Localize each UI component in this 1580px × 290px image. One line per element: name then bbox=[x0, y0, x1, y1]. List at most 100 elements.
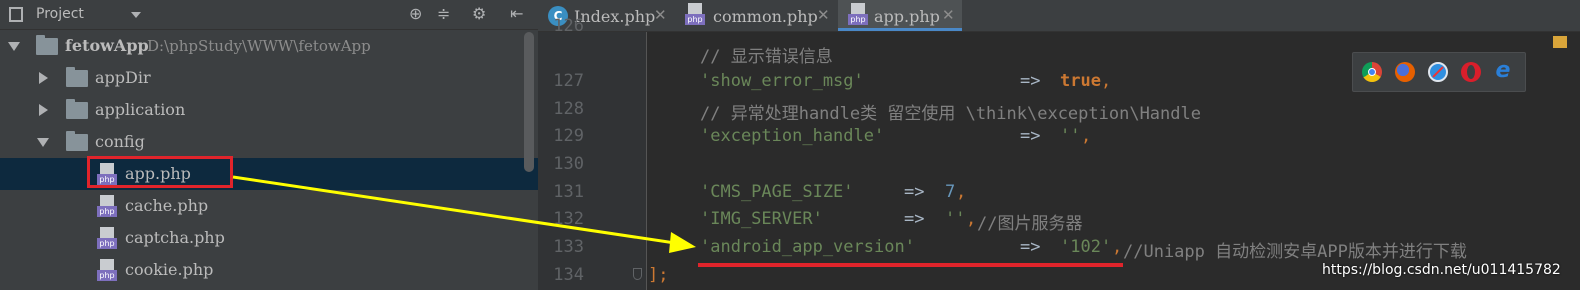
arrow-operator: => bbox=[904, 209, 925, 229]
project-panel-title[interactable]: Project bbox=[36, 6, 84, 22]
config-value: 7 bbox=[945, 182, 956, 202]
code-line-126[interactable]: // 显示错误信息 bbox=[700, 42, 833, 67]
code-comment: // 异常处理handle类 留空使用 \think\exception\Han… bbox=[700, 104, 1201, 124]
config-key: 'exception_handle' bbox=[700, 126, 885, 146]
highlight-box bbox=[87, 156, 233, 188]
closing-bracket: ]; bbox=[648, 265, 669, 285]
tree-row-cache-php[interactable]: php cache.php bbox=[0, 190, 538, 222]
close-tab-icon[interactable]: ✕ bbox=[942, 6, 955, 24]
tree-row-application[interactable]: application bbox=[0, 94, 538, 126]
config-value: '' bbox=[945, 209, 966, 229]
tree-row-appdir[interactable]: appDir bbox=[0, 62, 538, 94]
tree-row-cookie-php[interactable]: php cookie.php bbox=[0, 254, 538, 286]
collapsed-arrow-icon[interactable] bbox=[39, 104, 48, 116]
expand-arrow-icon[interactable] bbox=[37, 138, 49, 147]
code-comment: //图片服务器 bbox=[977, 214, 1083, 234]
opera-icon[interactable] bbox=[1461, 62, 1481, 82]
editor-tab-bar: C Index.php ✕ php common.php ✕ php app.p… bbox=[538, 0, 1580, 32]
tree-label: appDir bbox=[95, 68, 151, 87]
view-dropdown-icon[interactable] bbox=[131, 12, 141, 18]
collapsed-arrow-icon[interactable] bbox=[39, 72, 48, 84]
php-file-icon: php bbox=[97, 195, 117, 219]
config-value: true bbox=[1060, 71, 1101, 91]
settings-gear-icon[interactable]: ⚙ bbox=[472, 4, 486, 23]
gutter-divider bbox=[646, 32, 647, 290]
tree-label: cookie.php bbox=[125, 260, 214, 279]
red-underline-annotation bbox=[698, 263, 1123, 267]
close-tab-icon[interactable]: ✕ bbox=[817, 6, 830, 24]
tree-row-app-php[interactable]: php app.php bbox=[0, 158, 538, 190]
code-line-128[interactable]: // 异常处理handle类 留空使用 \think\exception\Han… bbox=[700, 99, 1201, 124]
line-number: 132 bbox=[553, 209, 584, 229]
line-number: 126 bbox=[553, 16, 584, 36]
code-line-134[interactable]: ]; bbox=[648, 265, 668, 285]
tree-row-config[interactable]: config bbox=[0, 126, 538, 158]
tab-app-php[interactable]: php app.php ✕ bbox=[838, 0, 962, 31]
safari-icon[interactable] bbox=[1428, 62, 1448, 82]
tree-label: config bbox=[95, 132, 145, 151]
tab-label: common.php bbox=[713, 7, 818, 26]
close-tab-icon[interactable]: ✕ bbox=[654, 6, 667, 24]
tree-label: fetowApp bbox=[65, 36, 149, 55]
code-comment: // 显示错误信息 bbox=[700, 47, 833, 67]
folder-icon bbox=[66, 67, 88, 87]
code-line-132[interactable]: 'IMG_SERVER' => '',//图片服务器 bbox=[700, 209, 1082, 234]
arrow-operator: => bbox=[1020, 71, 1041, 91]
code-line-129[interactable]: 'exception_handle' => '', bbox=[700, 126, 1091, 146]
arrow-operator: => bbox=[1020, 237, 1041, 257]
config-value: '' bbox=[1060, 126, 1081, 146]
comma: , bbox=[1081, 126, 1092, 146]
tab-label: app.php bbox=[874, 7, 940, 26]
folder-icon bbox=[66, 99, 88, 119]
tree-row-fetowapp[interactable]: fetowApp D:\phpStudy\WWW\fetowApp bbox=[0, 30, 538, 62]
config-key: 'show_error_msg' bbox=[700, 71, 864, 91]
line-number: 127 bbox=[553, 71, 584, 91]
code-comment: //Uniapp 自动检测安卓APP版本并进行下载 bbox=[1123, 242, 1467, 262]
tree-label: cache.php bbox=[125, 196, 209, 215]
folder-icon bbox=[66, 131, 88, 151]
locate-file-icon[interactable]: ⊕ bbox=[409, 4, 422, 23]
watermark-text: https://blog.csdn.net/u011415782 bbox=[1322, 262, 1561, 278]
line-number: 129 bbox=[553, 126, 584, 146]
project-panel: Project ⊕ ≑ ⚙ ⇤ fetowApp D:\phpStudy\WWW… bbox=[0, 0, 538, 290]
tab-common-php[interactable]: php common.php ✕ bbox=[677, 0, 837, 31]
collapse-all-icon[interactable]: ≑ bbox=[437, 4, 450, 23]
line-number: 134 bbox=[553, 265, 584, 285]
project-path: D:\phpStudy\WWW\fetowApp bbox=[147, 37, 371, 55]
code-line-131[interactable]: 'CMS_PAGE_SIZE' => 7, bbox=[700, 182, 966, 202]
fold-marker-icon[interactable] bbox=[633, 268, 642, 280]
comma: , bbox=[956, 182, 967, 202]
line-number: 131 bbox=[553, 182, 584, 202]
php-file-icon: php bbox=[848, 3, 868, 27]
folder-icon bbox=[36, 35, 58, 55]
comma: , bbox=[1101, 71, 1112, 91]
hide-panel-icon[interactable]: ⇤ bbox=[510, 4, 523, 23]
arrow-head bbox=[669, 232, 696, 253]
comma: , bbox=[966, 209, 977, 229]
tab-label: Index.php bbox=[574, 7, 656, 26]
comma: , bbox=[1112, 237, 1123, 257]
firefox-icon[interactable] bbox=[1395, 62, 1415, 82]
line-number: 133 bbox=[553, 237, 584, 257]
config-key: 'android_app_version' bbox=[700, 237, 915, 257]
php-file-icon: php bbox=[97, 259, 117, 283]
config-value: '102' bbox=[1060, 237, 1112, 257]
code-line-133[interactable]: 'android_app_version' => '102',//Uniapp 自动… bbox=[700, 237, 1467, 262]
code-line-127[interactable]: 'show_error_msg' => true, bbox=[700, 71, 1111, 91]
browser-preview-bar: e bbox=[1352, 52, 1526, 92]
editor-scroll-marker[interactable] bbox=[1553, 36, 1567, 48]
project-panel-header: Project ⊕ ≑ ⚙ ⇤ bbox=[0, 0, 538, 30]
config-key: 'CMS_PAGE_SIZE' bbox=[700, 182, 854, 202]
ie-icon[interactable]: e bbox=[1493, 60, 1513, 82]
arrow-operator: => bbox=[1020, 126, 1041, 146]
chrome-icon[interactable] bbox=[1362, 62, 1382, 82]
tree-label: application bbox=[95, 100, 186, 119]
project-scrollbar[interactable] bbox=[524, 32, 534, 172]
line-number: 130 bbox=[553, 154, 584, 174]
project-view-icon[interactable] bbox=[9, 7, 23, 22]
expand-arrow-icon[interactable] bbox=[8, 42, 20, 51]
tree-row-captcha-php[interactable]: php captcha.php bbox=[0, 222, 538, 254]
tree-label: captcha.php bbox=[125, 228, 225, 247]
php-file-icon: php bbox=[97, 227, 117, 251]
arrow-operator: => bbox=[904, 182, 925, 202]
